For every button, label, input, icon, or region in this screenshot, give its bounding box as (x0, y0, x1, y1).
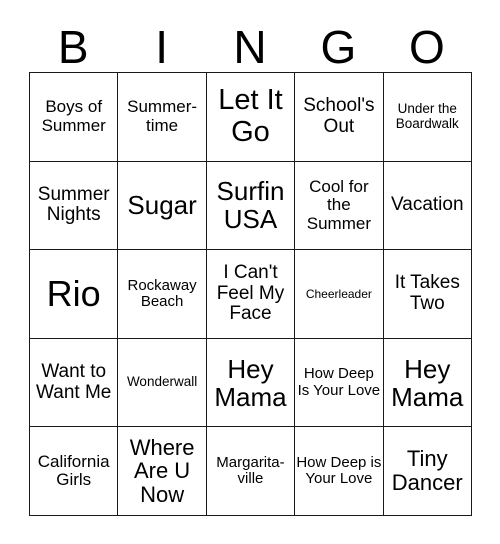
bingo-cell[interactable]: It Takes Two (382, 249, 472, 339)
bingo-row: Boys of Summer Summer-time Let It Go Sch… (28, 72, 472, 162)
bingo-cell[interactable]: Let It Go (205, 72, 296, 162)
header-letter-g: G (320, 21, 357, 73)
bingo-cell-label: Let It Go (218, 84, 283, 148)
bingo-cell-label: Sugar (127, 190, 197, 221)
header-letter-n: N (233, 21, 267, 73)
bingo-cell[interactable]: Wonderwall (117, 337, 207, 428)
bingo-cell-label: Rio (46, 272, 101, 314)
bingo-cell-label: Want to Want Me (36, 361, 112, 403)
bingo-cell-label: Boys of Summer (41, 97, 106, 135)
bingo-cell[interactable]: How Deep is Your Love (294, 426, 384, 516)
bingo-row: California Girls Where Are U Now Margari… (28, 426, 472, 516)
bingo-cell-label: It Takes Two (394, 272, 460, 314)
bingo-cell-label: Where Are U Now (129, 434, 195, 508)
bingo-row: Rio Rockaway Beach I Can't Feel My Face … (28, 249, 472, 339)
bingo-cell[interactable]: Vacation (382, 160, 472, 251)
bingo-header: B I N G O (29, 0, 471, 72)
bingo-cell[interactable]: Hey Mama (205, 337, 296, 428)
bingo-cell-label: Cool for the Summer (306, 176, 371, 233)
bingo-cell[interactable]: Boys of Summer (28, 72, 119, 162)
bingo-cell-label: How Deep is Your Love (296, 453, 382, 488)
bingo-row: Want to Want Me Wonderwall Hey Mama How … (28, 337, 472, 428)
bingo-cell-label: Cheerleader (305, 286, 372, 301)
bingo-cell[interactable]: Summer Nights (28, 160, 119, 251)
bingo-cell[interactable]: Sugar (117, 160, 207, 251)
bingo-cell[interactable]: Margarita-ville (205, 426, 296, 516)
bingo-cell[interactable]: Hey Mama (382, 337, 472, 428)
bingo-cell[interactable]: Rio (28, 249, 119, 339)
bingo-cell-label: Vacation (390, 194, 464, 216)
bingo-cell-label: Hey Mama (391, 353, 464, 412)
bingo-cell-label: Rockaway Beach (127, 276, 197, 310)
bingo-cell[interactable]: I Can't Feel My Face (205, 249, 296, 339)
bingo-cell-label: Summer-time (127, 97, 198, 135)
bingo-cell[interactable]: California Girls (28, 426, 119, 516)
bingo-cell[interactable]: Where Are U Now (117, 426, 207, 516)
bingo-cell[interactable]: Tiny Dancer (382, 426, 472, 516)
bingo-cell-label: Tiny Dancer (391, 446, 463, 496)
bingo-cell-label: Margarita-ville (216, 453, 285, 488)
bingo-cell[interactable]: Surfin USA (205, 160, 296, 251)
bingo-cell-label: Wonderwall (126, 374, 198, 390)
header-letter-i: I (155, 21, 168, 73)
bingo-cell[interactable]: Want to Want Me (28, 337, 119, 428)
header-letter-o: O (408, 21, 445, 73)
header-letter-b: B (57, 21, 89, 73)
bingo-cell-label: Under the Boardwalk (395, 101, 459, 131)
bingo-cell[interactable]: How Deep Is Your Love (294, 337, 384, 428)
bingo-grid: Boys of Summer Summer-time Let It Go Sch… (28, 72, 472, 516)
bingo-cell-label: Summer Nights (37, 183, 110, 226)
bingo-cell[interactable]: School's Out (294, 72, 384, 162)
bingo-cell-label: I Can't Feel My Face (216, 262, 285, 325)
bingo-cell-label: How Deep Is Your Love (297, 365, 381, 399)
bingo-row: Summer Nights Sugar Surfin USA Cool for … (28, 160, 472, 251)
bingo-cell-label: School's Out (303, 95, 375, 137)
bingo-card: B I N G O Boys of Summer Summer-time Let… (28, 0, 472, 516)
bingo-cell[interactable]: Under the Boardwalk (382, 72, 472, 162)
bingo-cell[interactable]: Cool for the Summer (294, 160, 384, 251)
bingo-cell[interactable]: Rockaway Beach (117, 249, 207, 339)
bingo-cell[interactable]: Summer-time (117, 72, 207, 162)
bingo-cell-label: California Girls (37, 451, 110, 490)
bingo-cell-label: Hey Mama (214, 353, 287, 412)
bingo-cell[interactable]: Cheerleader (294, 249, 384, 339)
bingo-cell-label: Surfin USA (216, 176, 285, 235)
